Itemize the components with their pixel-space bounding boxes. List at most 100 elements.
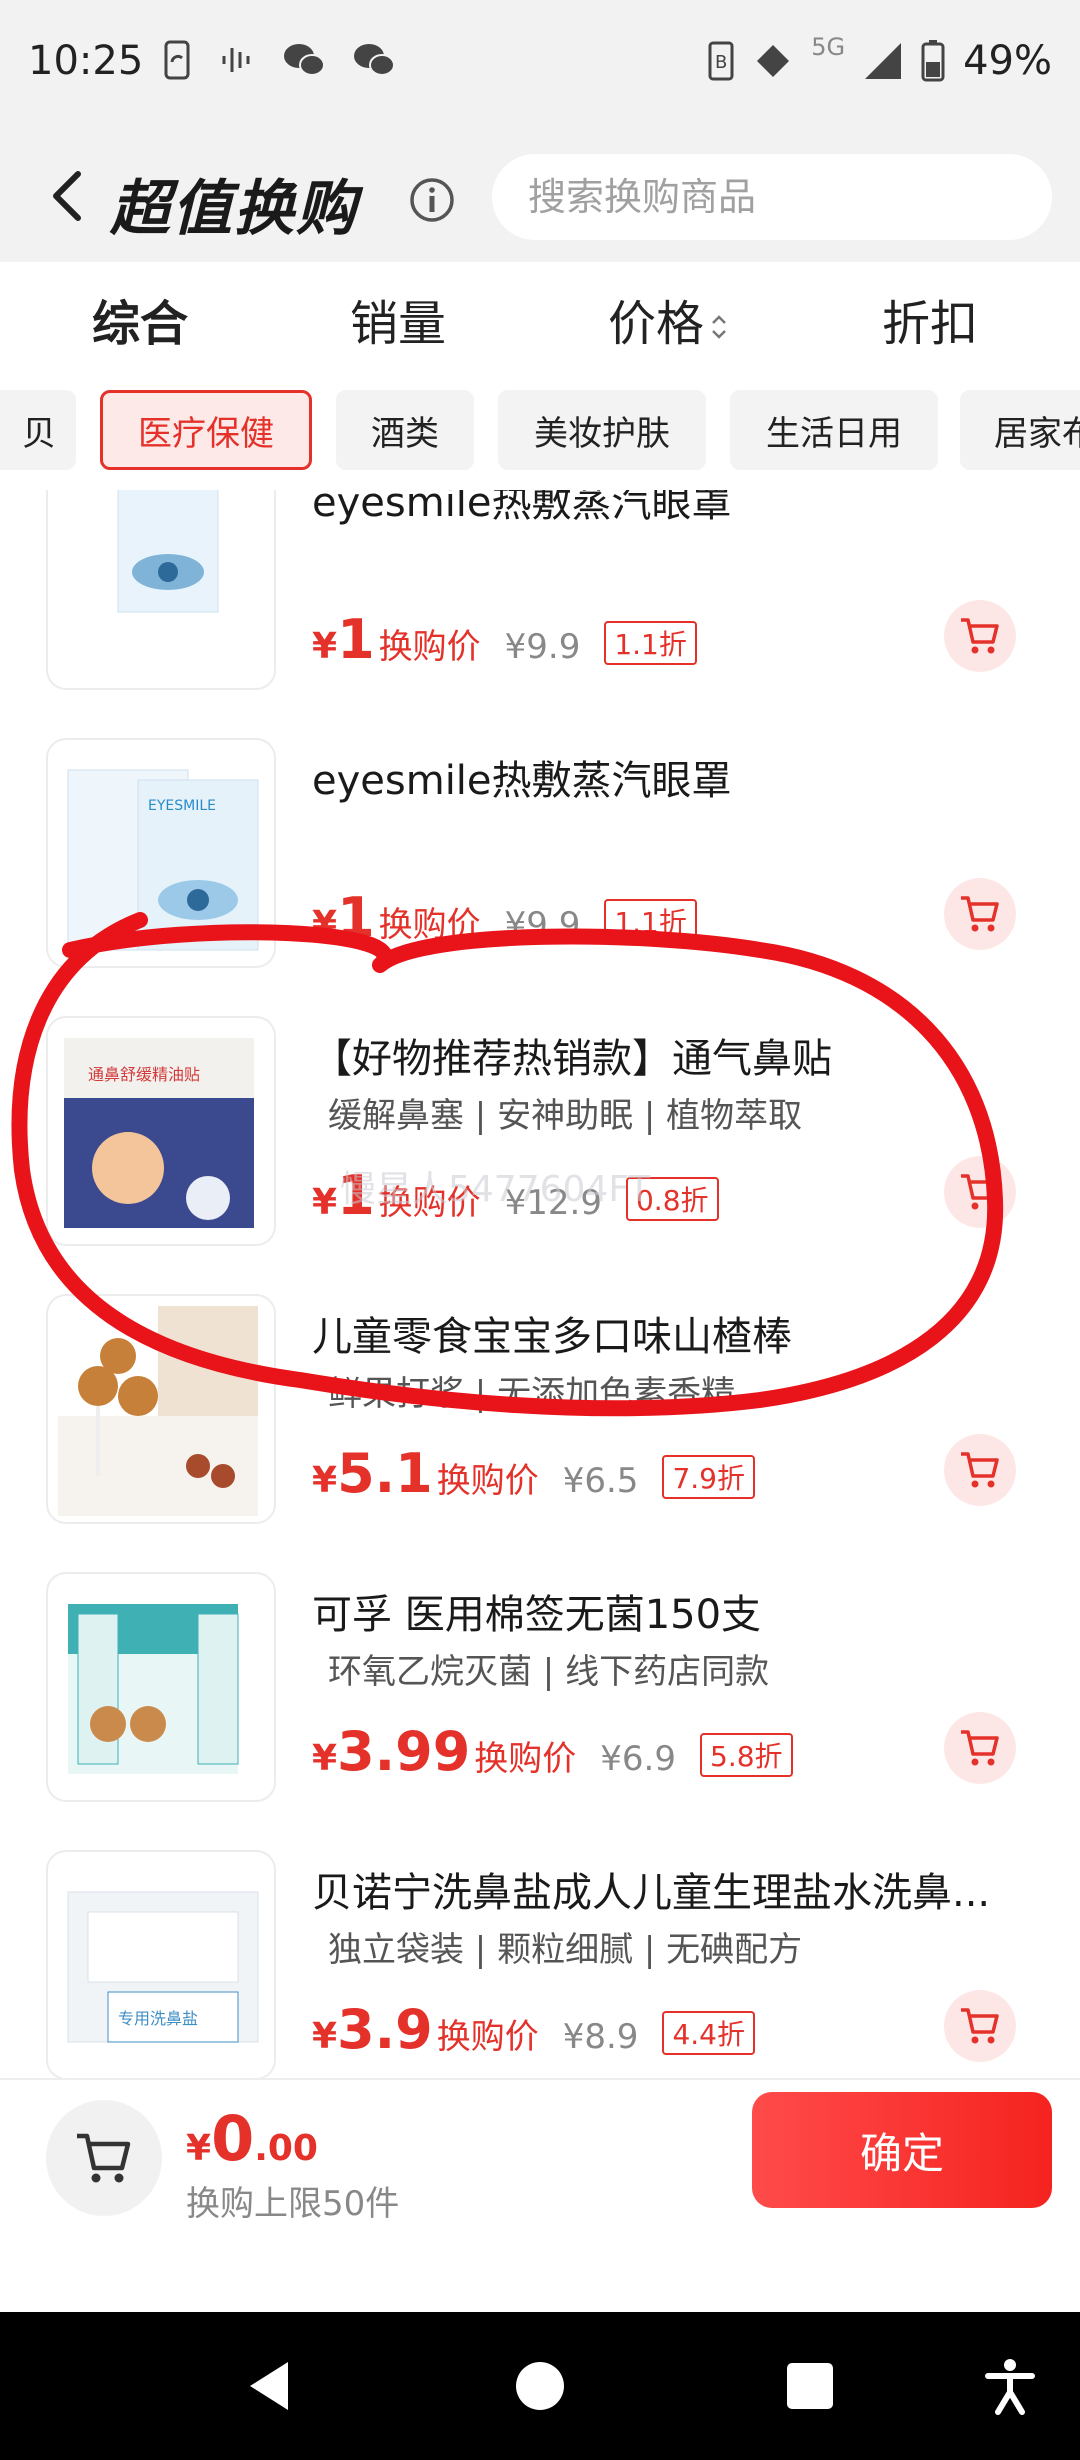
cart-icon bbox=[961, 1730, 999, 1766]
category-chip-beauty[interactable]: 美妆护肤 bbox=[498, 390, 706, 470]
cart-icon bbox=[961, 1452, 999, 1488]
sort-tab-price-label: 价格 bbox=[608, 296, 705, 352]
add-to-cart-button[interactable] bbox=[944, 600, 1016, 672]
product-item[interactable]: 可孚 医用棉签无菌150支 环氧乙烷灭菌 | 线下药店同款 ¥ 3.99 换购价… bbox=[0, 1572, 1080, 1848]
category-chip-alcohol[interactable]: 酒类 bbox=[336, 390, 474, 470]
info-icon[interactable] bbox=[408, 176, 456, 224]
category-chip-partial[interactable]: 贝 bbox=[0, 390, 76, 470]
exchange-price-label: 换购价 bbox=[378, 627, 481, 667]
sort-tab-sales[interactable]: 销量 bbox=[350, 284, 446, 354]
product-item[interactable]: eyesmile热敷蒸汽眼罩 ¥ 1 换购价 ¥9.9 1.1折 bbox=[0, 490, 1080, 736]
category-chip-home[interactable]: 居家布 bbox=[960, 390, 1080, 470]
watermark: 慢星人5477604FT bbox=[340, 1169, 651, 1210]
product-tags: 环氧乙烷灭菌 | 线下药店同款 bbox=[328, 1652, 770, 1692]
total-decimal: .00 bbox=[254, 2128, 318, 2169]
status-bar: 10:25 B 5G 49% bbox=[0, 0, 1080, 130]
exchange-price: 5.1 bbox=[337, 1442, 433, 1505]
total-price: ¥ 0 .00 bbox=[186, 2102, 318, 2175]
confirm-button[interactable]: 确定 bbox=[752, 2092, 1052, 2208]
product-image-eye-mask: EYESMILE bbox=[46, 738, 276, 968]
battery-level: 49% bbox=[963, 38, 1052, 84]
sort-arrows-icon bbox=[712, 315, 726, 339]
product-image-eye-mask bbox=[46, 490, 276, 690]
product-title: 【好物推荐热销款】通气鼻贴 bbox=[312, 1036, 832, 1082]
product-title: 贝诺宁洗鼻盐成人儿童生理盐水洗鼻... bbox=[312, 1870, 991, 1916]
currency-symbol: ¥ bbox=[312, 904, 338, 945]
navigation-bar bbox=[0, 2312, 1080, 2460]
price-row: ¥ 1 换购价 ¥9.9 1.1折 bbox=[312, 886, 697, 956]
battery-icon bbox=[921, 40, 945, 82]
sort-tab-price[interactable]: 价格 bbox=[608, 284, 730, 354]
currency-symbol: ¥ bbox=[312, 1182, 338, 1223]
svg-text:EYESMILE: EYESMILE bbox=[148, 798, 216, 814]
exchange-price-label: 换购价 bbox=[378, 905, 481, 945]
category-chip-daily[interactable]: 生活日用 bbox=[730, 390, 938, 470]
wechat-icon bbox=[284, 44, 325, 76]
currency-symbol: ¥ bbox=[312, 2016, 338, 2057]
add-to-cart-button[interactable] bbox=[944, 1712, 1016, 1784]
product-title: 儿童零食宝宝多口味山楂棒 bbox=[312, 1314, 792, 1360]
product-item[interactable]: 专用洗鼻盐 贝诺宁洗鼻盐成人儿童生理盐水洗鼻... 独立袋装 | 颗粒细腻 | … bbox=[0, 1850, 1080, 2080]
add-to-cart-button[interactable] bbox=[944, 1156, 1016, 1228]
price-row: ¥ 1 换购价 ¥9.9 1.1折 bbox=[312, 608, 697, 678]
system-icons: B 5G 49% bbox=[707, 33, 1052, 84]
sort-tab-comprehensive[interactable]: 综合 bbox=[92, 284, 188, 354]
currency-symbol: ¥ bbox=[312, 626, 338, 667]
phone-sync-icon bbox=[164, 40, 190, 80]
product-title: eyesmile热敷蒸汽眼罩 bbox=[312, 490, 732, 526]
product-image-hawthorn bbox=[46, 1294, 276, 1524]
original-price: ¥6.9 bbox=[600, 1739, 676, 1779]
product-tags: 缓解鼻塞 | 安神助眠 | 植物萃取 bbox=[328, 1096, 803, 1136]
exchange-price: 3.99 bbox=[337, 1720, 471, 1783]
product-tags: 鲜果打浆 | 无添加色素香精 bbox=[328, 1374, 736, 1414]
price-row: ¥ 3.9 换购价 ¥8.9 4.4折 bbox=[312, 1998, 755, 2068]
accessibility-icon[interactable] bbox=[980, 2356, 1040, 2416]
voice-icon bbox=[222, 48, 250, 72]
product-item[interactable]: 儿童零食宝宝多口味山楂棒 鲜果打浆 | 无添加色素香精 ¥ 5.1 换购价 ¥6… bbox=[0, 1294, 1080, 1570]
signal-icon bbox=[865, 43, 902, 79]
discount-badge: 1.1折 bbox=[604, 621, 697, 665]
cart-icon bbox=[961, 896, 999, 932]
sort-tab-discount[interactable]: 折扣 bbox=[882, 284, 978, 354]
sort-bar: 综合 销量 价格 折扣 bbox=[0, 262, 1080, 382]
add-to-cart-button[interactable] bbox=[944, 878, 1016, 950]
status-time: 10:25 bbox=[28, 38, 144, 84]
original-price: ¥9.9 bbox=[504, 905, 581, 945]
wechat-icon bbox=[354, 44, 395, 76]
bottom-bar: ¥ 0 .00 换购上限50件 确定 bbox=[0, 2078, 1080, 2312]
exchange-limit: 换购上限50件 bbox=[186, 2184, 400, 2224]
currency-symbol: ¥ bbox=[312, 1460, 338, 1501]
back-icon[interactable] bbox=[44, 166, 94, 226]
currency-symbol: ¥ bbox=[312, 1738, 338, 1779]
notification-icons bbox=[160, 40, 396, 80]
nav-back-icon[interactable] bbox=[240, 2356, 300, 2416]
original-price: ¥8.9 bbox=[562, 2017, 639, 2057]
search-box[interactable] bbox=[492, 154, 1052, 240]
add-to-cart-button[interactable] bbox=[944, 1990, 1016, 2062]
exchange-price: 1 bbox=[337, 608, 375, 671]
cart-icon bbox=[77, 2133, 131, 2183]
product-image-cotton-swab bbox=[46, 1572, 276, 1802]
search-input[interactable] bbox=[528, 154, 1028, 240]
original-price: ¥6.5 bbox=[562, 1461, 639, 1501]
svg-text:B: B bbox=[715, 52, 727, 73]
category-chip-medical[interactable]: 医疗保健 bbox=[100, 390, 312, 470]
nav-recents-icon[interactable] bbox=[780, 2356, 840, 2416]
product-title: eyesmile热敷蒸汽眼罩 bbox=[312, 758, 732, 804]
discount-badge: 7.9折 bbox=[662, 1455, 755, 1499]
price-row: ¥ 3.99 换购价 ¥6.9 5.8折 bbox=[312, 1720, 793, 1790]
discount-badge: 5.8折 bbox=[700, 1733, 793, 1777]
exchange-price: 1 bbox=[337, 886, 375, 949]
cart-button[interactable] bbox=[46, 2100, 162, 2216]
product-list: eyesmile热敷蒸汽眼罩 ¥ 1 换购价 ¥9.9 1.1折 EYESMIL… bbox=[0, 490, 1080, 2080]
category-chips: 贝 医疗保健 酒类 美妆护肤 生活日用 居家布 bbox=[0, 382, 1080, 482]
exchange-price-label: 换购价 bbox=[436, 1461, 539, 1501]
exchange-price: 3.9 bbox=[337, 1998, 433, 2061]
discount-badge: 1.1折 bbox=[604, 899, 697, 943]
svg-text:专用洗鼻盐: 专用洗鼻盐 bbox=[118, 2009, 198, 2028]
product-title: 可孚 医用棉签无菌150支 bbox=[312, 1592, 762, 1638]
add-to-cart-button[interactable] bbox=[944, 1434, 1016, 1506]
nav-home-icon[interactable] bbox=[510, 2356, 570, 2416]
product-item[interactable]: EYESMILE eyesmile热敷蒸汽眼罩 ¥ 1 换购价 ¥9.9 1.1… bbox=[0, 738, 1080, 1014]
product-item[interactable]: 通鼻舒缓精油贴 【好物推荐热销款】通气鼻贴 缓解鼻塞 | 安神助眠 | 植物萃取… bbox=[0, 1016, 1080, 1292]
